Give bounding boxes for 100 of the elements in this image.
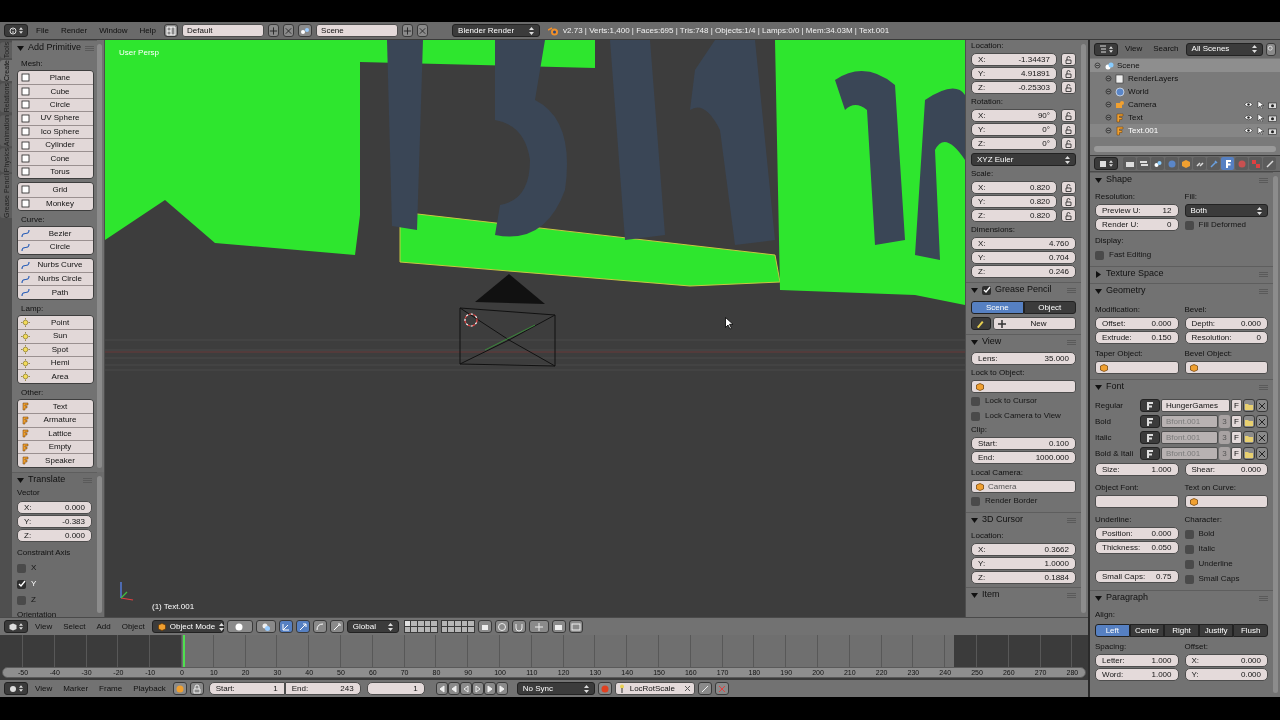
add-object-button[interactable]: UV Sphere (18, 111, 93, 125)
properties-tab[interactable] (1151, 157, 1164, 170)
align-option[interactable]: Justify (1198, 624, 1234, 637)
screen-layout-field[interactable]: Default (182, 24, 265, 37)
insert-keyframe-button[interactable] (697, 682, 712, 695)
number-field[interactable]: Y: 4.91891 (971, 67, 1057, 80)
checkbox[interactable] (1095, 250, 1104, 260)
number-field[interactable]: X: 0.820 (971, 181, 1057, 194)
number-field[interactable]: End: 1000.000 (971, 451, 1076, 464)
scene-field[interactable]: Scene (316, 24, 399, 37)
add-object-button[interactable]: Nurbs Curve (18, 258, 93, 273)
menu-item[interactable]: Search (1149, 43, 1183, 55)
lock-button[interactable] (1061, 137, 1076, 150)
close-button[interactable] (1256, 415, 1268, 428)
menu-item[interactable]: Add (92, 620, 115, 633)
panel-header[interactable]: Geometry (1090, 283, 1273, 298)
add-object-button[interactable]: Point (18, 315, 93, 330)
object-field[interactable] (1184, 495, 1268, 508)
menu-item[interactable]: Help (135, 24, 161, 37)
scrollbar[interactable] (1081, 44, 1086, 613)
font-name-field[interactable]: HungerGames (1161, 399, 1230, 412)
object-field[interactable] (1095, 495, 1179, 508)
scrollbar[interactable] (97, 44, 102, 468)
pivot-point-button[interactable] (255, 620, 276, 633)
folder-button[interactable] (1243, 415, 1255, 428)
number-field[interactable]: Render U: 0 (1095, 218, 1179, 231)
lock-button[interactable] (1061, 181, 1076, 194)
lock-button[interactable] (1061, 67, 1076, 80)
rotate-button[interactable] (312, 620, 327, 633)
number-field[interactable]: Shear: 0.000 (1184, 463, 1268, 476)
panel-header[interactable]: Paragraph (1090, 590, 1273, 605)
number-field[interactable]: End: 243 (284, 682, 361, 695)
font-browse-button[interactable] (1140, 431, 1160, 444)
add-object-button[interactable]: Path (18, 285, 93, 299)
number-field[interactable]: Start: 1 (208, 682, 285, 695)
layer-lock-button[interactable] (477, 620, 492, 633)
rotation-mode-dropdown[interactable]: XYZ Euler (971, 153, 1076, 166)
shading-button[interactable] (226, 620, 253, 633)
menu-item[interactable]: Select (59, 620, 90, 633)
mode-tab[interactable]: Object (1023, 301, 1076, 314)
number-field[interactable]: X: 0.3662 (971, 543, 1076, 556)
number-field[interactable]: Start: 0.100 (971, 437, 1076, 450)
properties-tab[interactable] (1263, 157, 1276, 170)
add-object-button[interactable]: Speaker (18, 453, 93, 467)
add-button[interactable] (402, 24, 414, 37)
menu-item[interactable]: View (31, 620, 57, 633)
checkbox[interactable] (1184, 220, 1194, 230)
align-option[interactable]: Right (1164, 624, 1199, 637)
properties-tab[interactable] (1221, 157, 1234, 170)
number-field[interactable]: X: 4.760 (971, 237, 1076, 250)
panel-header[interactable]: Item (966, 587, 1081, 602)
number-field[interactable]: Y: 1.0000 (971, 557, 1076, 570)
number-field[interactable]: Lens: 35.000 (971, 352, 1076, 365)
number-field[interactable]: 1 (366, 682, 425, 695)
jump-start-button[interactable] (435, 682, 448, 695)
properties-tab[interactable] (1123, 157, 1136, 170)
sync-dropdown[interactable]: No Sync (516, 682, 595, 695)
menu-item[interactable]: Marker (59, 682, 93, 695)
number-field[interactable]: Resolution: 0 (1184, 331, 1268, 344)
number-field[interactable]: Depth: 0.000 (1184, 317, 1268, 330)
close-button[interactable] (283, 24, 295, 37)
number-field[interactable]: Y: 0° (971, 123, 1057, 136)
checkbox[interactable] (971, 496, 980, 506)
outliner-item[interactable]: Text (1128, 111, 1143, 124)
add-button[interactable] (268, 24, 280, 37)
panel-header[interactable]: Font (1090, 379, 1273, 394)
panel-header[interactable]: Translate (12, 472, 97, 487)
font-browse-button[interactable] (1140, 415, 1160, 428)
add-object-button[interactable]: Hemi (18, 356, 93, 370)
object-field[interactable] (971, 380, 1076, 393)
checkbox[interactable] (17, 563, 26, 573)
editor-type-button[interactable] (4, 682, 28, 695)
previous-keyframe-button[interactable] (447, 682, 460, 695)
number-field[interactable]: Z: 0.1884 (971, 571, 1076, 584)
snap-button[interactable] (511, 620, 526, 633)
scrollbar[interactable] (1094, 146, 1276, 152)
outliner-item[interactable]: RenderLayers (1128, 72, 1179, 85)
font-browse-button[interactable] (1140, 399, 1160, 412)
object-field[interactable] (1184, 361, 1268, 374)
number-field[interactable]: Y: 0.704 (971, 251, 1076, 264)
close-button[interactable] (1256, 431, 1268, 444)
orientation-dropdown[interactable]: Global (346, 620, 399, 633)
align-option[interactable]: Left (1095, 624, 1130, 637)
number-field[interactable]: Z: -0.25303 (971, 81, 1057, 94)
panel-header[interactable]: Texture Space (1090, 266, 1273, 281)
next-keyframe-button[interactable] (483, 682, 496, 695)
screen-layout-button[interactable] (164, 24, 179, 37)
close-button[interactable] (417, 24, 429, 37)
number-field[interactable]: Y: 0.000 (1184, 668, 1268, 681)
number-field[interactable]: Preview U: 12 (1095, 204, 1179, 217)
outliner-item[interactable]: Scene (1117, 59, 1140, 72)
checkbox[interactable] (17, 579, 26, 589)
number-field[interactable]: X: 0.000 (17, 501, 92, 514)
checkbox[interactable] (1184, 529, 1194, 539)
number-field[interactable]: Word: 1.000 (1095, 668, 1179, 681)
snap-element-button[interactable] (528, 620, 549, 633)
editor-type-button[interactable] (1094, 157, 1118, 170)
scrollbar[interactable] (1273, 176, 1278, 693)
checkbox[interactable] (17, 595, 26, 605)
add-object-button[interactable]: Text (18, 399, 93, 414)
